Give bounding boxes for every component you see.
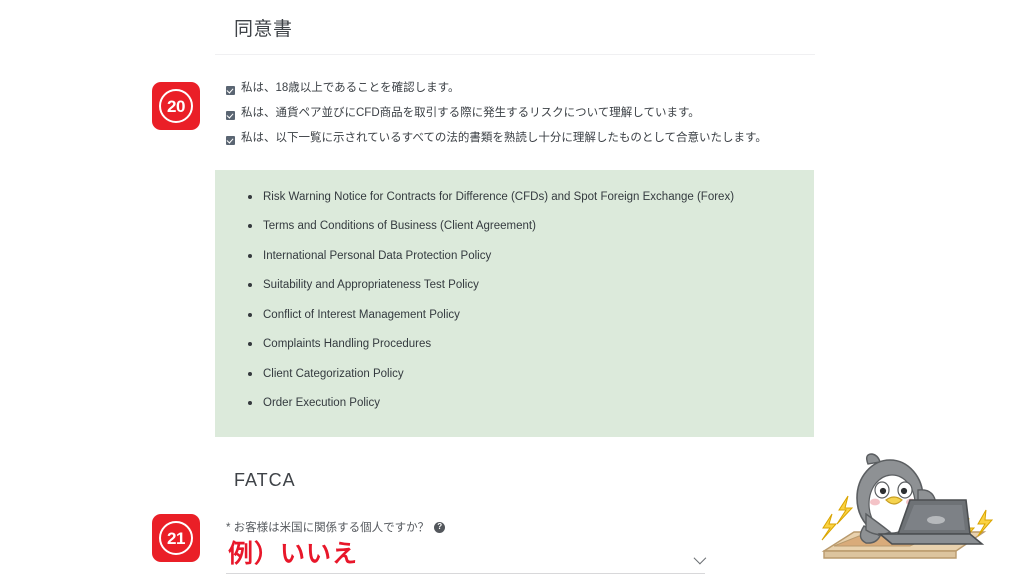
list-item[interactable]: Client Categorization Policy bbox=[248, 359, 734, 389]
penguin-illustration-svg bbox=[821, 453, 994, 559]
step-badge-number: 20 bbox=[167, 96, 185, 116]
list-item[interactable]: Conflict of Interest Management Policy bbox=[248, 300, 734, 330]
document-title: Conflict of Interest Management Policy bbox=[263, 308, 460, 321]
document-title: Complaints Handling Procedures bbox=[263, 338, 432, 351]
field-label-row: * お客様は米国に関係する個人ですか？ ? bbox=[226, 519, 706, 535]
document-title: Risk Warning Notice for Contracts for Di… bbox=[263, 190, 735, 203]
bullet-icon bbox=[248, 312, 252, 317]
legal-documents-panel: Risk Warning Notice for Contracts for Di… bbox=[215, 170, 814, 437]
list-item[interactable]: Terms and Conditions of Business (Client… bbox=[248, 212, 734, 242]
bullet-icon bbox=[248, 401, 252, 406]
bullet-icon bbox=[248, 283, 252, 288]
document-title: Terms and Conditions of Business (Client… bbox=[263, 220, 536, 233]
step-badge-20: 20 bbox=[152, 82, 200, 130]
checkbox-checked-icon[interactable] bbox=[226, 86, 235, 95]
list-item[interactable]: International Personal Data Protection P… bbox=[248, 241, 734, 271]
page-title-fatca: FATCA bbox=[234, 470, 296, 490]
page-title-agreement: 同意書 bbox=[234, 19, 293, 40]
penguin-at-laptop-illustration bbox=[806, 448, 1002, 576]
step-badge-21: 21 bbox=[152, 514, 200, 562]
select-selected-value bbox=[226, 548, 705, 553]
question-mark-help-icon[interactable]: ? bbox=[434, 521, 446, 533]
document-title: Suitability and Appropriateness Test Pol… bbox=[263, 279, 479, 292]
list-item[interactable]: Suitability and Appropriateness Test Pol… bbox=[248, 271, 734, 301]
consent-row[interactable]: 私は、18歳以上であることを確認します。 bbox=[226, 81, 826, 106]
step-badge-ring: 20 bbox=[159, 89, 193, 123]
document-title: Client Categorization Policy bbox=[263, 367, 404, 380]
consent-label: 私は、以下一覧に示されているすべての法的書類を熟読し十分に理解したものとして合意… bbox=[241, 132, 767, 144]
bullet-icon bbox=[248, 224, 252, 229]
checkbox-checked-icon[interactable] bbox=[226, 136, 235, 145]
list-item[interactable]: Complaints Handling Procedures bbox=[248, 330, 734, 360]
document-title: International Personal Data Protection P… bbox=[263, 249, 492, 262]
consent-label: 私は、18歳以上であることを確認します。 bbox=[241, 82, 460, 94]
list-item[interactable]: Order Execution Policy bbox=[248, 389, 734, 419]
heading-divider bbox=[215, 54, 815, 55]
registration-form-page: 同意書 20 私は、18歳以上であることを確認します。 私は、通貨ペア並びにCF… bbox=[0, 0, 1024, 576]
field-label: * お客様は米国に関係する個人ですか？ bbox=[226, 522, 430, 534]
bullet-icon bbox=[248, 342, 252, 347]
bullet-icon bbox=[248, 253, 252, 258]
legal-documents-list: Risk Warning Notice for Contracts for Di… bbox=[248, 182, 734, 418]
list-item[interactable]: Risk Warning Notice for Contracts for Di… bbox=[248, 182, 734, 212]
step-badge-number: 21 bbox=[167, 528, 185, 548]
consent-checkbox-list: 私は、18歳以上であることを確認します。 私は、通貨ペア並びにCFD商品を取引す… bbox=[226, 81, 826, 156]
consent-row[interactable]: 私は、通貨ペア並びにCFD商品を取引する際に発生するリスクについて理解しています… bbox=[226, 106, 826, 131]
spark-icon-left bbox=[821, 495, 854, 541]
step-badge-ring: 21 bbox=[159, 521, 193, 555]
fatca-question-field: * お客様は米国に関係する個人ですか？ ? bbox=[226, 519, 707, 574]
bullet-icon bbox=[248, 371, 252, 376]
document-title: Order Execution Policy bbox=[263, 397, 380, 410]
consent-label: 私は、通貨ペア並びにCFD商品を取引する際に発生するリスクについて理解しています… bbox=[241, 107, 700, 119]
us-person-select[interactable] bbox=[226, 548, 707, 574]
consent-row[interactable]: 私は、以下一覧に示されているすべての法的書類を熟読し十分に理解したものとして合意… bbox=[226, 131, 826, 156]
bullet-icon bbox=[248, 194, 252, 199]
chevron-down-icon[interactable] bbox=[693, 551, 707, 565]
checkbox-checked-icon[interactable] bbox=[226, 111, 235, 120]
